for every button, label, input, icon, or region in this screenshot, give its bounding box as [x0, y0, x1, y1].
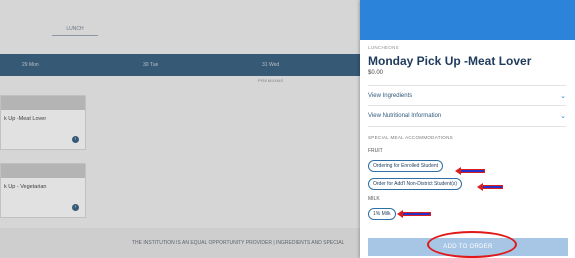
background-app: LUNCH 29 Mon 30 Tue 31 Wed PREMIUMS k Up… [0, 0, 360, 258]
option-1-percent-milk[interactable]: 1% Milk [368, 208, 396, 220]
option-non-district-student[interactable]: Order for Add'l Non-District Student(s) [368, 178, 463, 190]
overlay-dim[interactable] [0, 0, 360, 258]
accordion-label: View Ingredients [368, 93, 413, 99]
chevron-down-icon: ⌄ [560, 113, 566, 120]
annotation-arrow [397, 210, 431, 218]
item-detail-panel: LUNCHEONS Monday Pick Up -Meat Lover $0.… [360, 0, 575, 258]
special-accommodations-label: SPECIAL MEAL ACCOMMODATIONS [368, 135, 453, 140]
item-category: LUNCHEONS [368, 45, 399, 50]
chevron-down-icon: ⌄ [560, 93, 566, 100]
annotation-arrow [477, 183, 503, 191]
view-ingredients-toggle[interactable]: View Ingredients ⌄ [368, 85, 566, 106]
accordion-label: View Nutritional Information [368, 113, 442, 119]
annotation-arrow [455, 167, 485, 175]
item-price: $0.00 [368, 70, 384, 76]
panel-header-bar [360, 0, 575, 40]
option-enrolled-student[interactable]: Ordering for Enrolled Student [368, 160, 444, 172]
item-title: Monday Pick Up -Meat Lover [368, 54, 532, 68]
annotation-circle [427, 231, 517, 258]
view-nutrition-toggle[interactable]: View Nutritional Information ⌄ [368, 106, 566, 127]
